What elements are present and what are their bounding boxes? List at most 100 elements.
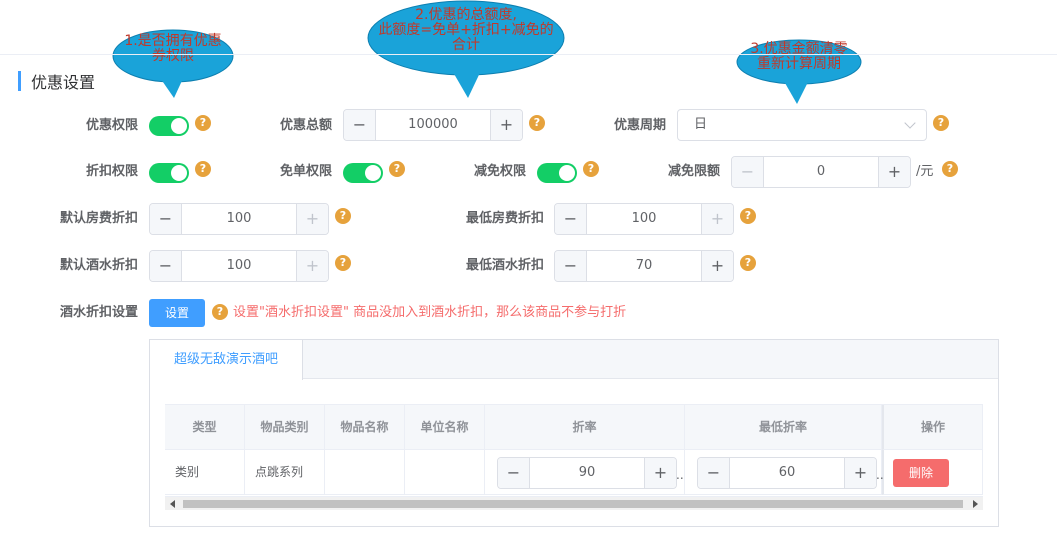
scrollbar-thumb[interactable] <box>183 500 963 508</box>
min-rate-stepper[interactable]: − 60 + <box>697 457 877 489</box>
decrease-button[interactable]: − <box>150 251 182 281</box>
label-free-permission: 免单权限 <box>279 164 332 179</box>
truncation-ellipsis: .. <box>676 468 684 482</box>
label-default-drink-rebate: 默认酒水折扣 <box>59 258 138 273</box>
switch-knob <box>365 165 381 181</box>
increase-button[interactable]: + <box>296 204 328 234</box>
decrease-button[interactable]: − <box>150 204 182 234</box>
section-title: 优惠设置 <box>18 70 95 92</box>
discount-period-value: 日 <box>694 117 708 132</box>
discount-period-select[interactable]: 日 <box>677 109 927 141</box>
help-icon[interactable]: ? <box>740 255 756 271</box>
help-icon[interactable]: ? <box>195 161 211 177</box>
reduce-limit-value[interactable]: 0 <box>764 157 878 187</box>
decrease-button[interactable]: − <box>344 110 376 140</box>
help-icon[interactable]: ? <box>583 161 599 177</box>
decrease-button[interactable]: − <box>555 204 587 234</box>
cell-unit <box>405 450 485 495</box>
increase-button[interactable]: + <box>644 458 676 488</box>
scroll-left-arrow-icon[interactable] <box>170 500 175 508</box>
help-icon[interactable]: ? <box>195 115 211 131</box>
column-header: 物品类别 <box>245 405 325 450</box>
callout-text: 3.优惠金额清零 重新计算周期 <box>750 41 848 72</box>
column-header: 操作 <box>882 405 983 450</box>
label-default-room-rebate: 默认房费折扣 <box>59 211 138 226</box>
increase-button[interactable]: + <box>296 251 328 281</box>
help-icon[interactable]: ? <box>933 115 949 131</box>
default-room-rebate-stepper[interactable]: − 100 + <box>149 203 329 235</box>
min-drink-rebate-stepper[interactable]: − 70 + <box>554 250 734 282</box>
discount-total-stepper[interactable]: − 100000 + <box>343 109 523 141</box>
column-header: 物品名称 <box>325 405 405 450</box>
increase-button[interactable]: + <box>490 110 522 140</box>
help-icon[interactable]: ? <box>529 115 545 131</box>
table-horizontal-scrollbar[interactable] <box>165 496 983 510</box>
increase-button[interactable]: + <box>878 157 910 187</box>
rate-stepper[interactable]: − 90 + <box>497 457 677 489</box>
rate-value[interactable]: 90 <box>530 458 644 488</box>
default-drink-rebate-stepper[interactable]: − 100 + <box>149 250 329 282</box>
help-icon[interactable]: ? <box>942 161 958 177</box>
column-header: 最低折率 <box>685 405 882 450</box>
callout-text: 2.优惠的总额度, 此额度=免单+折扣+减免的 合计 <box>378 7 554 53</box>
help-icon[interactable]: ? <box>335 255 351 271</box>
decrease-button[interactable]: − <box>698 458 730 488</box>
label-discount-period: 优惠周期 <box>613 118 666 133</box>
min-room-rebate-stepper[interactable]: − 100 + <box>554 203 734 235</box>
callout-total: 2.优惠的总额度, 此额度=免单+折扣+减免的 合计 <box>366 0 566 98</box>
discount-total-value[interactable]: 100000 <box>376 110 490 140</box>
label-min-drink-rebate: 最低酒水折扣 <box>465 258 544 273</box>
cell-name <box>325 450 405 495</box>
default-room-rebate-value[interactable]: 100 <box>182 204 296 234</box>
drink-rebate-setting-button[interactable]: 设置 <box>149 299 205 327</box>
label-rebate-permission: 折扣权限 <box>85 164 138 179</box>
label-discount-total: 优惠总额 <box>279 118 332 133</box>
venue-tabs-card: 超级无敌演示酒吧 类型 物品类别 物品名称 单位名称 折率 最低折率 操作 类别… <box>149 339 999 527</box>
reduce-limit-unit: /元 <box>916 164 934 179</box>
label-reduce-permission: 减免权限 <box>473 164 526 179</box>
label-drink-rebate-setting: 酒水折扣设置 <box>59 305 138 320</box>
increase-button[interactable]: + <box>701 204 733 234</box>
decrease-button[interactable]: − <box>732 157 764 187</box>
min-room-rebate-value[interactable]: 100 <box>587 204 701 234</box>
decrease-button[interactable]: − <box>498 458 530 488</box>
reduce-limit-stepper[interactable]: − 0 + <box>731 156 911 188</box>
increase-button[interactable]: + <box>844 458 876 488</box>
help-icon[interactable]: ? <box>212 304 228 320</box>
column-header: 类型 <box>165 405 245 450</box>
label-min-room-rebate: 最低房费折扣 <box>465 211 544 226</box>
discount-permission-switch[interactable] <box>149 116 189 136</box>
reduce-permission-switch[interactable] <box>537 163 577 183</box>
switch-knob <box>171 165 187 181</box>
help-icon[interactable]: ? <box>335 208 351 224</box>
title-accent-bar <box>18 71 21 91</box>
help-icon[interactable]: ? <box>389 161 405 177</box>
drink-rebate-warning: 设置"酒水折扣设置" 商品没加入到酒水折扣，那么该商品不参与打折 <box>233 305 627 320</box>
min-rate-value[interactable]: 60 <box>730 458 844 488</box>
top-divider <box>0 54 1057 55</box>
chevron-down-icon <box>904 117 916 129</box>
decrease-button[interactable]: − <box>555 251 587 281</box>
min-drink-rebate-value[interactable]: 70 <box>587 251 701 281</box>
tabs-header: 超级无敌演示酒吧 <box>150 340 998 380</box>
switch-knob <box>171 118 187 134</box>
column-header: 单位名称 <box>405 405 485 450</box>
cell-category: 点跳系列 <box>245 450 325 495</box>
page-title: 优惠设置 <box>31 73 96 92</box>
tab-venue[interactable]: 超级无敌演示酒吧 <box>150 340 303 380</box>
callout-permission: 1.是否拥有优惠 券权限 <box>108 28 238 98</box>
rebate-permission-switch[interactable] <box>149 163 189 183</box>
column-header: 折率 <box>485 405 685 450</box>
callout-period: 3.优惠金额清零 重新计算周期 <box>735 38 863 104</box>
free-permission-switch[interactable] <box>343 163 383 183</box>
switch-knob <box>559 165 575 181</box>
increase-button[interactable]: + <box>701 251 733 281</box>
label-reduce-limit: 减免限额 <box>667 164 720 179</box>
callout-text: 1.是否拥有优惠 券权限 <box>124 33 222 64</box>
scroll-right-arrow-icon[interactable] <box>973 500 978 508</box>
delete-button[interactable]: 删除 <box>893 459 949 487</box>
truncation-ellipsis: .. <box>876 468 884 482</box>
cell-type: 类别 <box>165 450 245 495</box>
help-icon[interactable]: ? <box>740 208 756 224</box>
default-drink-rebate-value[interactable]: 100 <box>182 251 296 281</box>
